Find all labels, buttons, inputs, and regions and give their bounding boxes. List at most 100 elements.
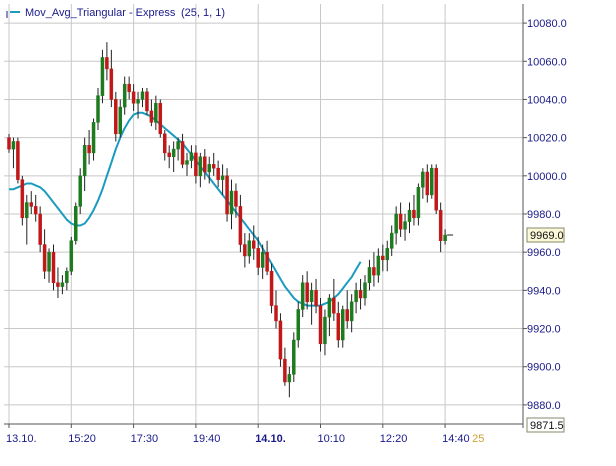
candle-body-down (434, 167, 438, 211)
candle-body-up (394, 213, 398, 234)
candle-body-down (149, 110, 154, 123)
legend-label: Mov_Avg_Triangular - Express (25, 7, 176, 19)
candle-body-down (265, 251, 269, 272)
candle-body-up (198, 156, 203, 177)
candle-body-up (176, 141, 180, 150)
legend-params: (25, 1, 1) (181, 7, 225, 19)
candle-body-down (381, 255, 385, 261)
x-tick-label: 14.10. (255, 433, 286, 445)
candle-body-up (292, 339, 296, 375)
x-tick-label: 14:40 (442, 433, 470, 445)
candle-body-up (69, 240, 74, 272)
legend[interactable]: Mov_Avg_Triangular - Express (25, 1, 1) (6, 7, 225, 19)
x-tick-label: 13.10. (6, 433, 37, 445)
chart-window: 9880.0 9900.0 9920.0 9940.0 9960.0 9980.0 1000… (0, 0, 616, 466)
candle-body-up (154, 103, 158, 123)
candle-body-up (349, 301, 354, 322)
candle-body-down (398, 213, 403, 230)
x-tick-label: 15:20 (68, 433, 96, 445)
candle-body-up (416, 187, 421, 219)
candle-body-up (136, 99, 140, 104)
candle-body-down (87, 145, 91, 154)
candle-body-up (74, 206, 78, 241)
candle-body-down (283, 358, 287, 383)
candle (292, 332, 296, 382)
candle-body-up (367, 267, 372, 283)
candle-body-up (421, 171, 425, 188)
candle-body-up (323, 316, 327, 345)
y-tick-label: 9900.0 (527, 362, 561, 374)
candle-body-up (65, 271, 69, 283)
candle-body-down (438, 209, 443, 241)
candle-body-up (430, 167, 434, 196)
candle (69, 236, 74, 276)
candle-body-down (274, 305, 278, 322)
candle (74, 202, 78, 245)
candle-body-down (33, 206, 38, 215)
candle-body-up (25, 202, 29, 219)
candle-body-down (332, 297, 336, 314)
candle-body-down (345, 309, 349, 322)
candle-body-down (305, 282, 309, 303)
candle-body-down (51, 251, 56, 283)
candle-body-down (16, 141, 20, 180)
candle-body-up (300, 282, 305, 310)
x-tick-label: 19:40 (193, 433, 221, 445)
candle-body-down (243, 244, 247, 257)
candle-body-down (318, 305, 323, 345)
candle-body-down (225, 175, 229, 215)
candle-body-down (238, 206, 243, 245)
candle-body-down (42, 244, 47, 272)
candle-body-down (38, 213, 42, 245)
candle-body-down (203, 156, 207, 173)
y-tick-label: 10000.0 (527, 171, 567, 183)
candle-body-down (256, 248, 260, 268)
candle-body-up (122, 83, 127, 108)
y-tick-label: 10020.0 (527, 133, 567, 145)
candle-body-down (358, 290, 363, 299)
y-tick-label: 9940.0 (527, 285, 561, 297)
x-tick-label: 10:10 (318, 433, 346, 445)
candle (114, 91, 118, 142)
candle-body-up (189, 152, 194, 161)
candle-body-up (78, 175, 82, 207)
candle-body-down (216, 167, 220, 180)
candle-body-down (194, 152, 198, 177)
candle-body-up (341, 309, 345, 341)
candle-body-down (278, 320, 283, 360)
candle (20, 175, 25, 226)
candle-body-down (252, 240, 256, 249)
candle-body-up (389, 232, 394, 249)
candle-body-up (140, 91, 145, 100)
candle-body-up (287, 374, 292, 383)
candle (430, 164, 434, 199)
candle-body-down (425, 171, 430, 196)
x-tick-label-extra: 25 (472, 433, 484, 445)
candle-body-up (47, 251, 51, 272)
candle-body-down (131, 91, 136, 104)
candle-body-up (363, 282, 367, 299)
candle-body-down (56, 282, 60, 287)
min-price-label: 9871.5 (530, 420, 564, 432)
candle (100, 49, 105, 104)
candle (269, 263, 274, 314)
y-tick-label: 9960.0 (527, 247, 561, 259)
y-tick-label: 10060.0 (527, 56, 567, 68)
candle-body-down (105, 57, 109, 70)
candle (145, 88, 149, 115)
candle-body-down (412, 209, 416, 219)
y-tick-label: 9920.0 (527, 324, 561, 336)
candle-body-up (296, 309, 300, 341)
candle-body-down (158, 103, 163, 135)
candle-body-down (20, 179, 25, 219)
candle-body-up (171, 148, 176, 157)
candle-body-up (220, 175, 225, 180)
candle-body-up (91, 122, 96, 154)
candle-body-down (7, 137, 11, 150)
y-tick-label: 9880.0 (527, 400, 561, 412)
candle-body-up (260, 251, 265, 268)
candle (434, 164, 438, 214)
candle-body-up (403, 221, 407, 230)
y-tick-label: 10080.0 (527, 18, 567, 30)
candle-body-up (247, 240, 252, 257)
